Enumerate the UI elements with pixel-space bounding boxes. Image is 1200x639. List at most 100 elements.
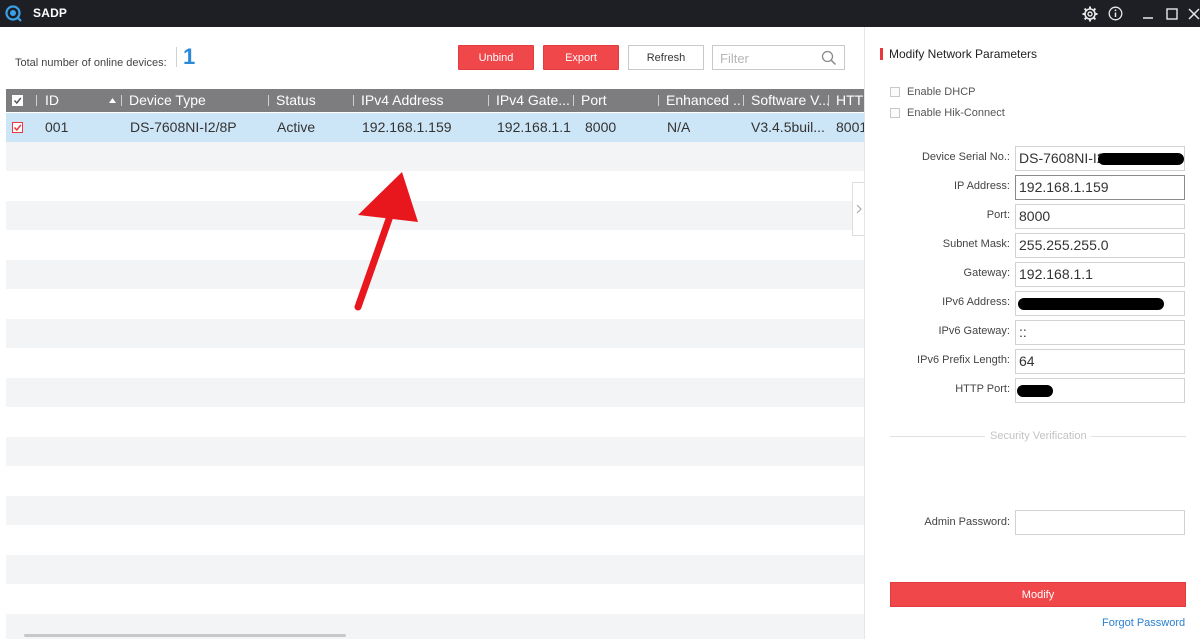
sadp-window: SADP Total number of online devices: 1 U… [0, 0, 1200, 639]
cell-device-type: DS-7608NI-I2/8P [130, 119, 237, 135]
enable-dhcp-label: Enable DHCP [907, 86, 976, 98]
redaction-mark [1098, 153, 1184, 165]
settings-icon[interactable] [1079, 3, 1101, 24]
checkmark-icon [13, 124, 22, 132]
header-separator [828, 95, 829, 106]
empty-row [6, 378, 864, 407]
enable-hik-connect-checkbox[interactable] [890, 108, 900, 118]
cell-port: 8000 [585, 119, 617, 135]
cell-status: Active [277, 119, 316, 135]
enable-hik-connect-label: Enable Hik-Connect [907, 107, 1005, 119]
horizontal-scrollbar[interactable] [24, 634, 346, 637]
empty-row [6, 555, 864, 584]
panel-title: Modify Network Parameters [889, 47, 1038, 61]
filter-input[interactable]: Filter [712, 45, 845, 70]
minimize-icon[interactable] [1137, 3, 1159, 24]
header-id[interactable]: ID [45, 89, 115, 112]
red-arrow-annotation [354, 172, 418, 311]
section-marker [880, 48, 883, 60]
empty-row [6, 260, 864, 289]
unbind-button[interactable]: Unbind [458, 45, 534, 70]
header-separator [488, 95, 489, 106]
redaction-mark [1018, 298, 1164, 310]
serial-label: Device Serial No.: [921, 151, 1010, 163]
maximize-icon[interactable] [1161, 3, 1183, 24]
ipv6-address-label: IPv6 Address: [942, 296, 1010, 308]
serial-value: DS-7608NI-I2 [1019, 150, 1105, 166]
total-devices-label: Total number of online devices: [15, 57, 167, 69]
ipv6-prefix-field[interactable]: 64 [1015, 349, 1185, 374]
header-software-version[interactable]: Software V... [751, 89, 829, 112]
search-icon[interactable] [821, 50, 837, 66]
chevron-right-icon [856, 204, 862, 214]
cell-enhanced: N/A [667, 119, 691, 135]
cell-id: 001 [45, 119, 69, 135]
divider [890, 436, 985, 437]
forgot-password-link[interactable]: Forgot Password [1102, 617, 1185, 629]
ip-address-field[interactable]: 192.168.1.159 [1015, 175, 1185, 200]
ipv6-gateway-field[interactable]: :: [1015, 320, 1185, 345]
header-separator [268, 95, 269, 106]
sadp-logo-icon [5, 5, 22, 22]
refresh-button[interactable]: Refresh [628, 45, 704, 70]
ipv6-gateway-label: IPv6 Gateway: [938, 325, 1010, 337]
port-field[interactable]: 8000 [1015, 204, 1185, 229]
cell-ipv4-gateway: 192.168.1.1 [497, 119, 571, 135]
subnet-mask-field[interactable]: 255.255.255.0 [1015, 233, 1185, 258]
header-port[interactable]: Port [581, 89, 657, 112]
table-row[interactable]: 001 DS-7608NI-I2/8P Active 192.168.1.159… [6, 113, 864, 142]
gateway-field[interactable]: 192.168.1.1 [1015, 262, 1185, 287]
header-ipv4-address[interactable]: IPv4 Address [361, 89, 487, 112]
cell-ipv4-address: 192.168.1.159 [362, 119, 452, 135]
gateway-label: Gateway: [963, 267, 1010, 279]
header-enhanced[interactable]: Enhanced ... [666, 89, 742, 112]
divider [1091, 436, 1186, 437]
total-devices-count: 1 [183, 44, 196, 69]
device-table: ID Device Type Status IPv4 Address IPv4 … [6, 89, 864, 639]
header-separator [743, 95, 744, 106]
sort-ascending-icon [109, 98, 116, 103]
export-button[interactable]: Export [543, 45, 619, 70]
device-list-panel: Total number of online devices: 1 Unbind… [0, 27, 864, 639]
http-port-label: HTTP Port: [955, 383, 1010, 395]
modify-network-panel: Modify Network Parameters Enable DHCP En… [864, 27, 1200, 639]
app-title: SADP [33, 6, 68, 20]
select-all-checkbox[interactable] [12, 95, 23, 106]
cell-software-version: V3.4.5buil... [751, 119, 825, 135]
header-ipv4-gateway[interactable]: IPv4 Gate... [496, 89, 574, 112]
header-separator [658, 95, 659, 106]
table-header: ID Device Type Status IPv4 Address IPv4 … [6, 89, 864, 112]
modify-button[interactable]: Modify [890, 582, 1186, 607]
enable-dhcp-checkbox[interactable] [890, 87, 900, 97]
security-verification-label: Security Verification [990, 430, 1087, 442]
redaction-mark [1017, 385, 1053, 397]
empty-row [6, 496, 864, 525]
admin-password-label: Admin Password: [924, 516, 1010, 528]
subnet-mask-label: Subnet Mask: [942, 238, 1010, 250]
ipv6-prefix-label: IPv6 Prefix Length: [917, 354, 1010, 366]
close-icon[interactable] [1183, 3, 1200, 24]
empty-row [6, 142, 864, 171]
ip-address-label: IP Address: [953, 180, 1010, 192]
http-port-field[interactable] [1015, 378, 1185, 403]
empty-row [6, 201, 864, 230]
serial-field[interactable]: DS-7608NI-I2 [1015, 146, 1185, 171]
header-separator [121, 95, 122, 106]
header-device-type[interactable]: Device Type [129, 89, 267, 112]
empty-row [6, 437, 864, 466]
header-separator [353, 95, 354, 106]
admin-password-field[interactable] [1015, 510, 1185, 535]
divider [176, 47, 177, 67]
info-icon[interactable] [1104, 3, 1126, 24]
row-checkbox[interactable] [12, 122, 23, 133]
header-status[interactable]: Status [276, 89, 352, 112]
empty-row [6, 319, 864, 348]
checkmark-icon [13, 97, 22, 105]
collapse-panel-button[interactable] [852, 182, 864, 236]
filter-placeholder: Filter [720, 51, 749, 66]
ipv6-address-field[interactable] [1015, 291, 1185, 316]
header-http[interactable]: HTTP [836, 89, 864, 112]
cell-http: 8001 [836, 119, 864, 135]
header-separator [36, 95, 37, 106]
title-bar: SADP [0, 0, 1200, 27]
